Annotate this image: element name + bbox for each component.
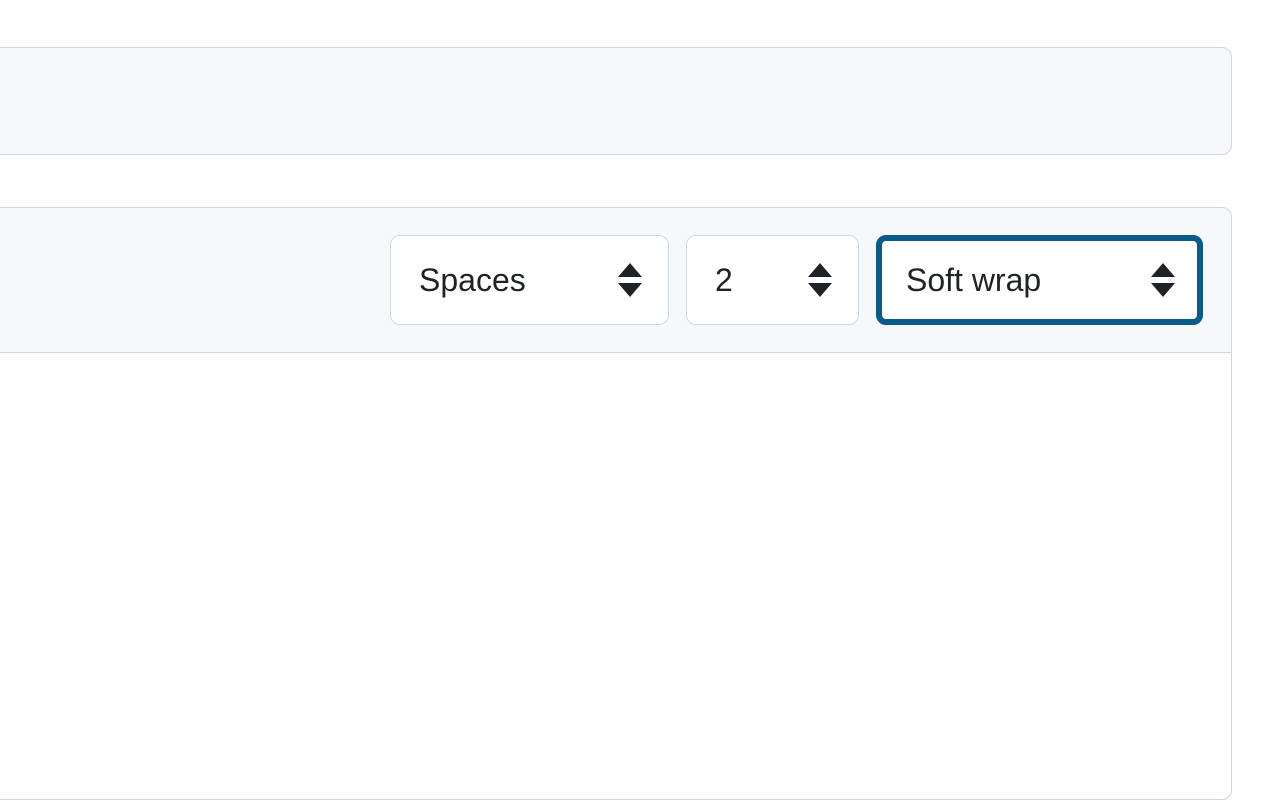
indent-size-label: 2	[715, 264, 733, 296]
wrap-mode-select[interactable]: Soft wrap	[876, 235, 1203, 325]
sort-icon	[618, 263, 642, 297]
editor-panel: Spaces 2 Soft wrap	[0, 207, 1232, 800]
indent-size-select[interactable]: 2	[686, 235, 859, 325]
filename-panel	[0, 47, 1232, 155]
sort-icon	[1151, 263, 1175, 297]
sort-icon	[808, 263, 832, 297]
editor-toolbar: Spaces 2 Soft wrap	[0, 208, 1231, 353]
wrap-mode-label: Soft wrap	[906, 264, 1041, 296]
indent-mode-label: Spaces	[419, 264, 526, 296]
indent-mode-select[interactable]: Spaces	[390, 235, 669, 325]
